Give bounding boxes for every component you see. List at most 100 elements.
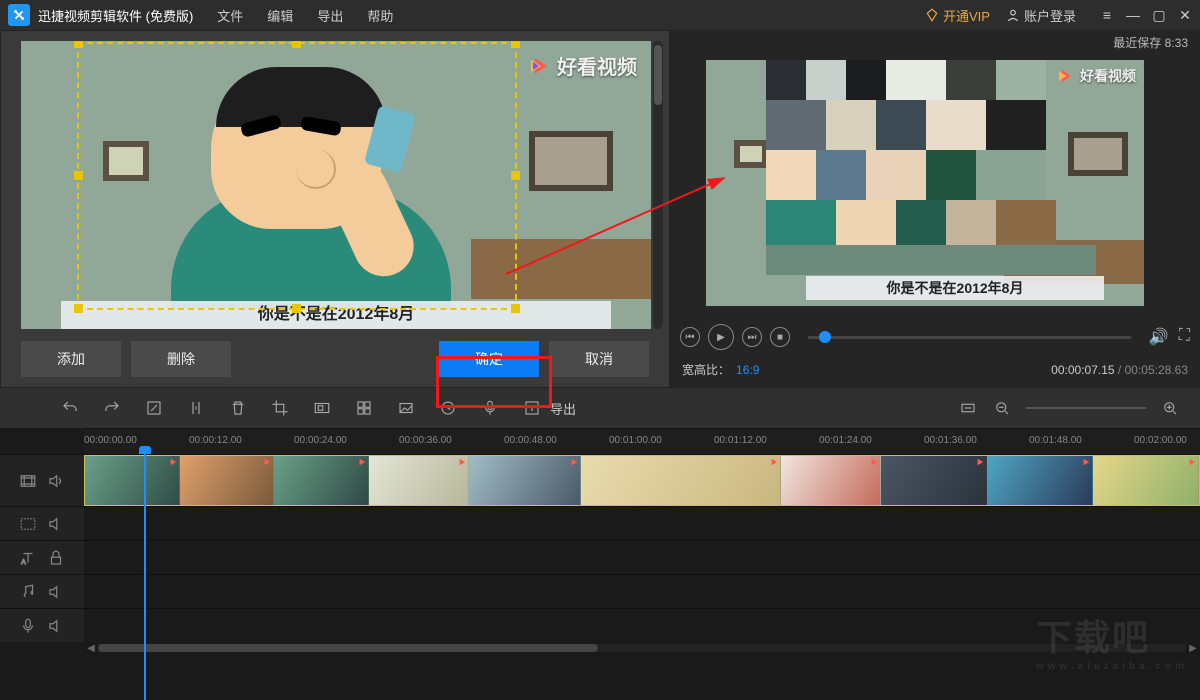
hamburger-icon[interactable]: ≡ — [1100, 8, 1114, 22]
tick: 00:01:00.00 — [609, 435, 662, 446]
video-watermark: 好看视频 — [527, 51, 637, 80]
left-scrollbar[interactable] — [653, 41, 663, 329]
timeline-ruler[interactable]: 00:00:00.00 00:00:12.00 00:00:24.00 00:0… — [84, 428, 1200, 454]
zoom-in-icon[interactable] — [1160, 398, 1180, 418]
output-preview-panel: 最近保存 8:33 — [670, 30, 1200, 388]
last-saved-label: 最近保存 8:33 — [1113, 34, 1188, 51]
result-preview: 好看视频 你是不是在2012年8月 — [706, 60, 1144, 306]
menu-edit[interactable]: 编辑 — [267, 6, 293, 25]
aspect-value[interactable]: 16:9 — [736, 363, 759, 377]
scroll-right-icon[interactable]: ▶ — [1186, 643, 1200, 654]
split-icon[interactable] — [186, 398, 206, 418]
vip-button[interactable]: 开通VIP — [925, 6, 990, 25]
tick: 00:02:00.00 — [1134, 435, 1187, 446]
fullscreen-icon[interactable]: ⛶ — [1179, 327, 1190, 347]
video-frame: 你是不是在2012年8月 好看视频 — [21, 41, 651, 329]
titlebar: 迅捷视频剪辑软件 (免费版) 文件 编辑 导出 帮助 开通VIP 账户登录 ≡ … — [0, 0, 1200, 30]
timeline: A ◀ ▶ — [0, 454, 1200, 654]
overlay-track[interactable] — [0, 506, 1200, 540]
tick: 00:01:48.00 — [1029, 435, 1082, 446]
speaker-icon[interactable] — [47, 472, 65, 490]
crop-icon[interactable] — [270, 398, 290, 418]
app-logo — [8, 4, 30, 26]
tick: 00:01:36.00 — [924, 435, 977, 446]
lock-icon[interactable] — [47, 549, 65, 567]
volume-icon[interactable]: 🔊 — [1149, 327, 1169, 347]
login-button[interactable]: 账户登录 — [1006, 6, 1076, 25]
main-menu: 文件 编辑 导出 帮助 — [217, 6, 393, 25]
scroll-left-icon[interactable]: ◀ — [84, 643, 98, 654]
trash-icon[interactable] — [228, 398, 248, 418]
maximize-button[interactable]: ▢ — [1152, 8, 1166, 22]
subtitle-text: 你是不是在2012年8月 — [806, 276, 1104, 300]
audio-track[interactable] — [0, 574, 1200, 608]
export-icon[interactable] — [522, 398, 542, 418]
cancel-button[interactable]: 取消 — [549, 341, 649, 377]
vip-label: 开通VIP — [943, 6, 990, 25]
zoom-out-icon[interactable] — [992, 398, 1012, 418]
redo-icon[interactable] — [102, 398, 122, 418]
source-preview[interactable]: 你是不是在2012年8月 好看视频 — [21, 41, 651, 329]
play-button[interactable]: ▶ — [708, 324, 734, 350]
export-label[interactable]: 导出 — [550, 399, 576, 418]
zoom-slider[interactable] — [1026, 407, 1146, 409]
play-logo-icon — [527, 54, 551, 78]
stop-button[interactable]: ■ — [770, 327, 790, 347]
play-logo-icon — [1056, 67, 1074, 85]
close-button[interactable]: ✕ — [1178, 8, 1192, 22]
playback-controls: ⏮ ▶ ⏭ ■ 🔊 ⛶ — [680, 324, 1190, 350]
mosaic-editor-panel: 你是不是在2012年8月 好看视频 添加 删除 确定 取消 — [0, 30, 670, 388]
text-track[interactable]: A — [0, 540, 1200, 574]
tick: 00:00:48.00 — [504, 435, 557, 446]
music-track-icon — [19, 583, 37, 601]
tick: 00:00:12.00 — [189, 435, 242, 446]
progress-bar[interactable] — [808, 336, 1131, 339]
prev-frame-button[interactable]: ⏮ — [680, 327, 700, 347]
speaker-icon[interactable] — [47, 515, 65, 533]
undo-icon[interactable] — [60, 398, 80, 418]
mosaic-icon[interactable] — [354, 398, 374, 418]
edit-icon[interactable] — [144, 398, 164, 418]
delete-button[interactable]: 删除 — [131, 341, 231, 377]
watermark-label: 好看视频 — [557, 51, 637, 80]
video-track[interactable] — [0, 454, 1200, 506]
edit-toolbar: 导出 — [0, 388, 1200, 428]
user-icon — [1006, 8, 1020, 22]
speaker-icon[interactable] — [47, 617, 65, 635]
diamond-icon — [925, 8, 939, 22]
duration-icon[interactable] — [438, 398, 458, 418]
overlay-track-icon — [19, 515, 37, 533]
minimize-button[interactable]: — — [1126, 8, 1140, 22]
video-clip[interactable] — [84, 455, 1200, 506]
playhead[interactable] — [144, 454, 146, 700]
current-time: 00:00:07.15 — [1051, 363, 1114, 377]
freeze-icon[interactable] — [396, 398, 416, 418]
video-track-icon — [19, 472, 37, 490]
aspect-label: 宽高比： — [682, 361, 730, 378]
timeline-scrollbar[interactable]: ◀ ▶ — [84, 642, 1200, 654]
voiceover-track[interactable] — [0, 608, 1200, 642]
svg-text:A: A — [21, 559, 26, 566]
confirm-button[interactable]: 确定 — [439, 341, 539, 377]
progress-handle[interactable] — [819, 331, 831, 343]
total-time: 00:05:28.63 — [1125, 363, 1188, 377]
text-track-icon: A — [19, 549, 37, 567]
video-watermark: 好看视频 — [1056, 66, 1136, 86]
aspect-icon[interactable] — [312, 398, 332, 418]
menu-help[interactable]: 帮助 — [367, 6, 393, 25]
mosaic-overlay — [766, 60, 1096, 275]
menu-export[interactable]: 导出 — [317, 6, 343, 25]
watermark-label: 好看视频 — [1080, 66, 1136, 86]
tick: 00:00:24.00 — [294, 435, 347, 446]
add-button[interactable]: 添加 — [21, 341, 121, 377]
tick: 00:01:12.00 — [714, 435, 767, 446]
tick: 00:00:00.00 — [84, 435, 137, 446]
scrollbar-thumb[interactable] — [98, 644, 598, 652]
next-frame-button[interactable]: ⏭ — [742, 327, 762, 347]
speaker-icon[interactable] — [47, 583, 65, 601]
mic-track-icon — [19, 617, 37, 635]
menu-file[interactable]: 文件 — [217, 6, 243, 25]
fit-icon[interactable] — [958, 398, 978, 418]
voiceover-icon[interactable] — [480, 398, 500, 418]
login-label: 账户登录 — [1024, 6, 1076, 25]
